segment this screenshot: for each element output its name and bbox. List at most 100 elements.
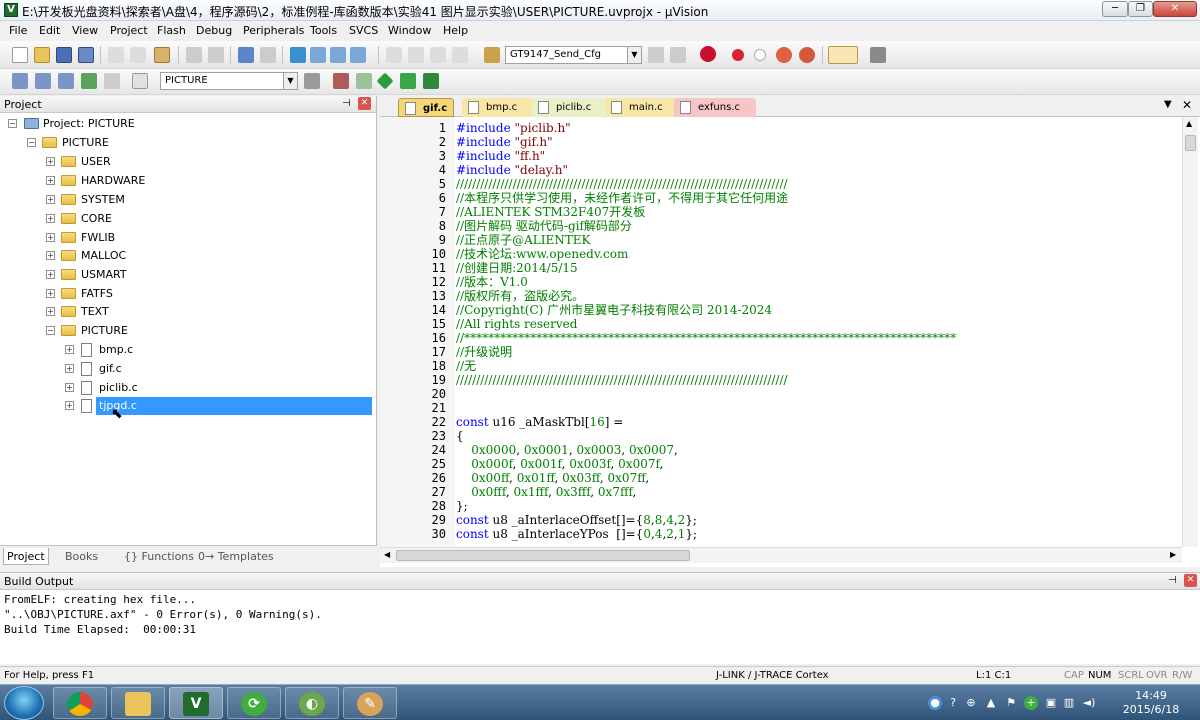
pin-icon[interactable]: ⊣ [1168,575,1177,586]
menu-tools[interactable]: Tools [310,24,337,37]
tree-file-piclib[interactable]: + piclib.c [0,379,370,397]
device-icon[interactable]: ▣ [1044,696,1058,710]
menu-debug[interactable]: Debug [196,24,232,37]
menu-project[interactable]: Project [110,24,148,37]
copy-icon[interactable] [130,47,146,63]
collapse-icon[interactable]: − [46,326,55,335]
close-window-button[interactable]: ✕ [1153,1,1197,17]
paste-icon[interactable] [154,47,170,63]
tree-group-core[interactable]: + CORE [0,210,370,228]
taskbar-paint-button[interactable]: ✎ [343,687,397,719]
disable-breakpoint-icon[interactable] [754,49,766,61]
menu-window[interactable]: Window [388,24,431,37]
taskbar-explorer-button[interactable] [111,687,165,719]
menu-help[interactable]: Help [443,24,468,37]
chevron-down-icon[interactable]: ▼ [283,73,297,89]
expand-icon[interactable]: + [65,401,74,410]
replace-icon[interactable] [670,47,686,63]
breakpoint-icon[interactable] [732,49,744,61]
tree-file-tjpgd[interactable]: + tjpgd.c [0,397,370,415]
close-panel-icon[interactable]: ✕ [1184,574,1197,587]
tab-gif-c[interactable]: gif.c [398,98,454,117]
next-bookmark-icon[interactable] [330,47,346,63]
expand-icon[interactable]: + [46,307,55,316]
volume-icon[interactable]: ◄) [1082,696,1096,710]
target-options-icon[interactable] [304,73,320,89]
expand-icon[interactable]: + [65,383,74,392]
comment-icon[interactable] [430,47,446,63]
tab-bmp-c[interactable]: bmp.c [462,98,534,117]
tab-templates[interactable]: 0→ Templates [198,548,274,565]
config-combo[interactable]: GT9147_Send_Cfg ▼ [505,46,642,64]
unindent-icon[interactable] [408,47,424,63]
tree-target[interactable]: − PICTURE [0,134,370,152]
tab-exfuns-c[interactable]: exfuns.c [674,98,756,117]
target-combo[interactable]: PICTURE ▼ [160,72,298,90]
new-file-icon[interactable] [12,47,28,63]
indent-icon[interactable] [386,47,402,63]
navigate-back-icon[interactable] [238,47,254,63]
expand-icon[interactable]: + [46,195,55,204]
tray-app-icon[interactable]: ● [928,696,942,710]
expand-icon[interactable]: + [46,270,55,279]
taskbar-chrome-button[interactable] [53,687,107,719]
action-center-icon[interactable]: ⚑ [1004,696,1018,710]
run-time-env-icon[interactable] [400,73,416,89]
menu-edit[interactable]: Edit [39,24,60,37]
expand-icon[interactable]: + [46,251,55,260]
scroll-up-icon[interactable]: ▲ [1186,119,1192,128]
minimize-button[interactable]: ─ [1102,1,1128,17]
tab-books[interactable]: Books [65,548,98,565]
clear-bookmarks-icon[interactable] [350,47,366,63]
scroll-left-icon[interactable]: ◀ [384,550,390,559]
batch-build-icon[interactable] [81,73,97,89]
horizontal-scrollbar[interactable]: ◀ ▶ [380,547,1182,563]
stop-build-icon[interactable] [104,73,120,89]
select-packs-icon[interactable] [356,73,372,89]
configure-tools-icon[interactable] [870,47,886,63]
build-output-pane[interactable]: FromELF: creating hex file... "..\OBJ\PI… [0,589,1200,664]
close-tab-icon[interactable]: ✕ [1182,98,1192,112]
tree-group-usmart[interactable]: + USMART [0,266,370,284]
expand-icon[interactable]: + [46,214,55,223]
tree-group-text[interactable]: + TEXT [0,303,370,321]
tab-piclib-c[interactable]: piclib.c [532,98,604,117]
vertical-scrollbar[interactable]: ▲ [1182,117,1198,547]
show-hidden-icons[interactable]: ▲ [984,696,998,710]
undo-icon[interactable] [186,47,202,63]
redo-icon[interactable] [208,47,224,63]
menu-peripherals[interactable]: Peripherals [243,24,304,37]
scroll-right-icon[interactable]: ▶ [1170,550,1176,559]
tab-main-c[interactable]: main.c [605,98,677,117]
taskbar-uvision-button[interactable]: V [169,687,223,719]
save-icon[interactable] [56,47,72,63]
expand-icon[interactable]: + [46,233,55,242]
tree-group-user[interactable]: + USER [0,153,370,171]
manage-project-icon[interactable] [333,73,349,89]
cut-icon[interactable] [108,47,124,63]
vertical-scroll-thumb[interactable] [1185,135,1196,151]
start-button[interactable] [4,686,44,720]
clear-breakpoints-icon[interactable] [799,47,815,63]
rebuild-icon[interactable] [58,73,74,89]
expand-icon[interactable]: + [65,345,74,354]
uncomment-icon[interactable] [452,47,468,63]
tray-sync-icon[interactable]: + [1024,696,1038,710]
translate-icon[interactable] [12,73,28,89]
manage-environment-icon[interactable] [423,73,439,89]
menu-file[interactable]: File [9,24,27,37]
window-layout-icon[interactable] [828,46,858,64]
tree-group-fatfs[interactable]: + FATFS [0,285,370,303]
pin-icon[interactable]: ⊣ [342,98,351,109]
tree-file-gif[interactable]: + gif.c [0,360,370,378]
menu-svcs[interactable]: SVCS [349,24,378,37]
expand-icon[interactable]: + [46,289,55,298]
find-icon[interactable] [648,47,664,63]
tree-group-system[interactable]: + SYSTEM [0,191,370,209]
open-folder-icon[interactable] [34,47,50,63]
tree-group-picture[interactable]: − PICTURE [0,322,370,340]
network-icon[interactable]: ▥ [1062,696,1076,710]
language-icon[interactable]: ⊕ [964,696,978,710]
close-panel-icon[interactable]: ✕ [358,97,371,110]
maximize-button[interactable]: ❐ [1128,1,1153,17]
